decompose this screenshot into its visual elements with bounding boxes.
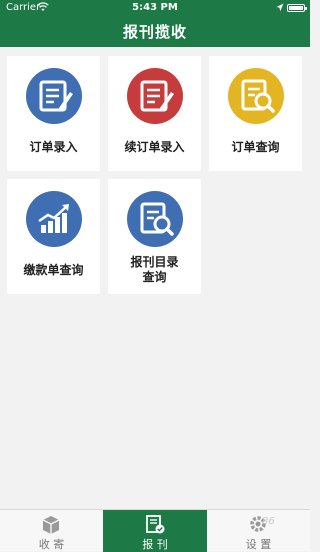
top-header: Carrier 5:43 PM 报刊揽收: [0, 0, 310, 47]
tile-payment-query[interactable]: 缴款单查询: [7, 179, 100, 294]
battery-icon: [287, 4, 307, 12]
status-bar: Carrier 5:43 PM: [0, 0, 310, 16]
tile-label: 续订单录入: [124, 140, 185, 154]
tile-label: 缴款单查询: [23, 263, 84, 277]
tile-catalog-query[interactable]: 报刊目录 查询: [108, 179, 201, 294]
tab-newspaper[interactable]: 报 刊: [103, 510, 207, 552]
clock: 5:43 PM: [132, 2, 178, 13]
watermark: 86: [262, 516, 275, 527]
tab-label: 收 寄: [38, 538, 65, 551]
location-arrow-icon: [276, 3, 284, 15]
document-edit-icon: [26, 68, 82, 124]
document-edit-icon: [127, 68, 183, 124]
tab-label: 报 刊: [142, 538, 168, 551]
tile-label-line1: 报刊目录: [130, 255, 179, 269]
bar-chart-icon: [26, 191, 82, 247]
tab-label: 设 置: [245, 538, 272, 551]
tile-order-entry[interactable]: 订单录入: [7, 56, 100, 171]
tile-label: 订单查询: [231, 140, 280, 154]
tile-renewal-entry[interactable]: 续订单录入: [108, 56, 201, 171]
tile-label-line2: 查询: [142, 270, 167, 284]
tab-receive[interactable]: 收 寄: [0, 510, 103, 552]
catalog-search-icon: [127, 191, 183, 247]
tab-settings[interactable]: 设 置: [207, 510, 310, 552]
page-title: 报刊揽收: [122, 23, 187, 41]
tile-order-query[interactable]: 订单查询: [209, 56, 302, 171]
document-search-icon: [228, 68, 284, 124]
tile-label: 订单录入: [29, 140, 78, 154]
